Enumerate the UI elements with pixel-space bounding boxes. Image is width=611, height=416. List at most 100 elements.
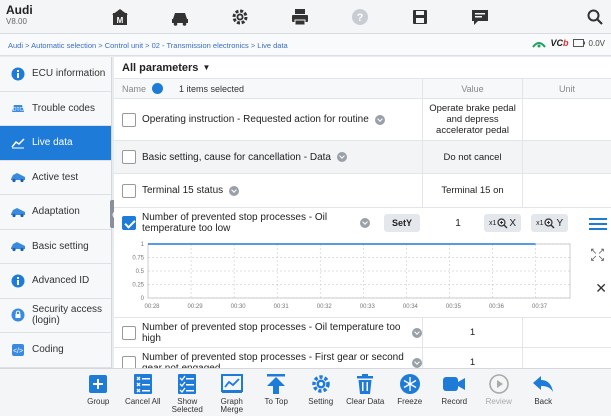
param-name: Number of prevented stop processes - Oil… (142, 321, 401, 344)
sidebar-item-trouble-codes[interactable]: DTC Trouble codes (0, 91, 111, 126)
sidebar-item-live-data[interactable]: Live data (0, 126, 111, 161)
param-checkbox[interactable] (122, 112, 136, 127)
x-tick-label: 00:32 (317, 304, 333, 310)
toolbar-label: Freeze (397, 397, 423, 406)
select-all-icon[interactable] (152, 83, 164, 94)
param-unit (522, 174, 611, 207)
cancel-all-button[interactable]: Cancel All (121, 369, 166, 416)
sidebar-item-coding[interactable]: </> Coding (0, 333, 111, 368)
clear-data-button[interactable]: Clear Data (343, 369, 388, 416)
message-icon[interactable] (450, 0, 510, 34)
param-value: Do not cancel (422, 141, 522, 173)
setting-button[interactable]: Setting (299, 369, 344, 416)
sidebar-item-advanced-id[interactable]: Advanced ID (0, 264, 111, 299)
zoom-x-prefix: x1 (489, 219, 497, 227)
expand-details-icon[interactable] (412, 327, 422, 338)
help-icon[interactable]: ? (330, 0, 390, 34)
params-filter[interactable]: All parameters ▼ (114, 57, 611, 79)
selected-param-row[interactable]: Number of prevented stop processes - Oil… (114, 208, 611, 318)
save-icon[interactable] (390, 0, 450, 34)
show-selected-icon (174, 373, 200, 395)
expand-details-icon[interactable] (412, 357, 422, 368)
dtc-icon: DTC (10, 100, 26, 116)
param-row[interactable]: Number of prevented stop processes - Oil… (114, 318, 611, 348)
param-value: Operate brake pedal and depress accelera… (422, 99, 522, 140)
group-icon (85, 373, 111, 395)
x-tick-label: 00:31 (274, 304, 290, 310)
sidebar-item-adaptation[interactable]: Adaptation (0, 195, 111, 230)
param-name: Basic setting, cause for cancellation - … (142, 151, 331, 163)
search-icon[interactable] (585, 7, 605, 27)
param-name-cell: Operating instruction - Requested action… (114, 99, 422, 140)
freeze-button[interactable]: Freeze (388, 369, 433, 416)
breadcrumb[interactable]: Audi > Automatic selection > Control uni… (0, 34, 611, 56)
battery-voltage: 0.0V (588, 38, 605, 48)
y-tick-label: 0.5 (136, 269, 145, 275)
sidebar-item-active-test[interactable]: Active test (0, 160, 111, 195)
toolbar-label: Back (534, 397, 553, 406)
param-checkbox[interactable] (122, 183, 136, 198)
param-checkbox[interactable] (122, 325, 136, 340)
show-selected-button[interactable]: Show Selected (165, 369, 210, 416)
menu-icon[interactable] (589, 215, 607, 231)
x-tick-label: 00:30 (231, 304, 247, 310)
close-icon[interactable]: ✕ (595, 280, 607, 297)
param-value: 1 (422, 318, 522, 347)
brand: Audi V8.00 (6, 4, 33, 27)
record-button[interactable]: Record (432, 369, 477, 416)
param-value: 1 (455, 217, 461, 229)
expand-details-icon[interactable] (374, 114, 385, 125)
param-row[interactable]: Basic setting, cause for cancellation - … (114, 141, 611, 174)
top-icon-bar: M ? (90, 0, 510, 34)
home-icon[interactable]: M (90, 0, 150, 34)
param-unit (522, 99, 611, 140)
x-tick-label: 00:33 (360, 304, 376, 310)
sidebar-item-label: Coding (32, 344, 64, 356)
sidebar-item-label: Basic setting (32, 240, 89, 252)
freeze-icon (397, 373, 423, 395)
zoom-y-label: Y (556, 217, 564, 229)
x-tick-label: 00:29 (188, 304, 204, 310)
svg-text:</>: </> (13, 348, 23, 355)
y-tick-label: 0 (141, 296, 145, 302)
toolbar-label: Setting (308, 397, 334, 406)
param-row[interactable]: Terminal 15 status Terminal 15 on (114, 174, 611, 208)
expand-details-icon[interactable] (360, 218, 370, 228)
name-column-header: Name 1 items selected (114, 83, 422, 94)
car-icon (10, 169, 26, 185)
param-checkbox[interactable] (122, 355, 136, 368)
info-icon (10, 273, 26, 289)
settings-icon[interactable] (210, 0, 270, 34)
print-icon[interactable] (270, 0, 330, 34)
toolbar-label: Group (87, 397, 110, 406)
sidebar-item-basic-setting[interactable]: Basic setting (0, 229, 111, 264)
expand-details-icon[interactable] (336, 152, 347, 162)
name-header-label: Name (122, 83, 147, 94)
vehicle-icon[interactable] (150, 0, 210, 34)
param-name-cell: Terminal 15 status (114, 174, 422, 207)
param-checkbox[interactable] (122, 216, 136, 230)
sidebar-item-security-access-login[interactable]: Security access (login) (0, 298, 111, 333)
zoom-y-button[interactable]: x1 Y (531, 214, 569, 232)
column-header: Name 1 items selected Value Unit (114, 78, 611, 99)
expand-details-icon[interactable] (229, 185, 240, 196)
live-data-graph[interactable]: 1 0.75 0.5 0.25 0 00:28 00:29 00:30 00:31 00:32 00… (122, 240, 578, 314)
set-y-button[interactable]: SetY (384, 214, 420, 232)
group-button[interactable]: Group (76, 369, 121, 416)
sidebar-item-label: Active test (32, 171, 79, 183)
top-bar: Audi V8.00 M ? (0, 0, 611, 34)
back-button[interactable]: Back (521, 369, 566, 416)
vcb-suffix: b (563, 38, 569, 48)
zoom-x-button[interactable]: x1 X (484, 214, 522, 232)
sidebar-item-ecu-information[interactable]: ECU information (0, 57, 111, 92)
security-icon (10, 307, 26, 323)
graph-merge-button[interactable]: Graph Merge (210, 369, 255, 416)
review-button[interactable]: Review (477, 369, 522, 416)
zoom-in-icon (544, 217, 555, 228)
fullscreen-icon[interactable]: ↖↗ ↙↘ (590, 247, 605, 263)
y-tick-label: 0.25 (132, 283, 144, 289)
param-row[interactable]: Number of prevented stop processes - Fir… (114, 348, 611, 368)
param-checkbox[interactable] (122, 150, 136, 164)
to-top-button[interactable]: To Top (254, 369, 299, 416)
param-row[interactable]: Operating instruction - Requested action… (114, 99, 611, 141)
